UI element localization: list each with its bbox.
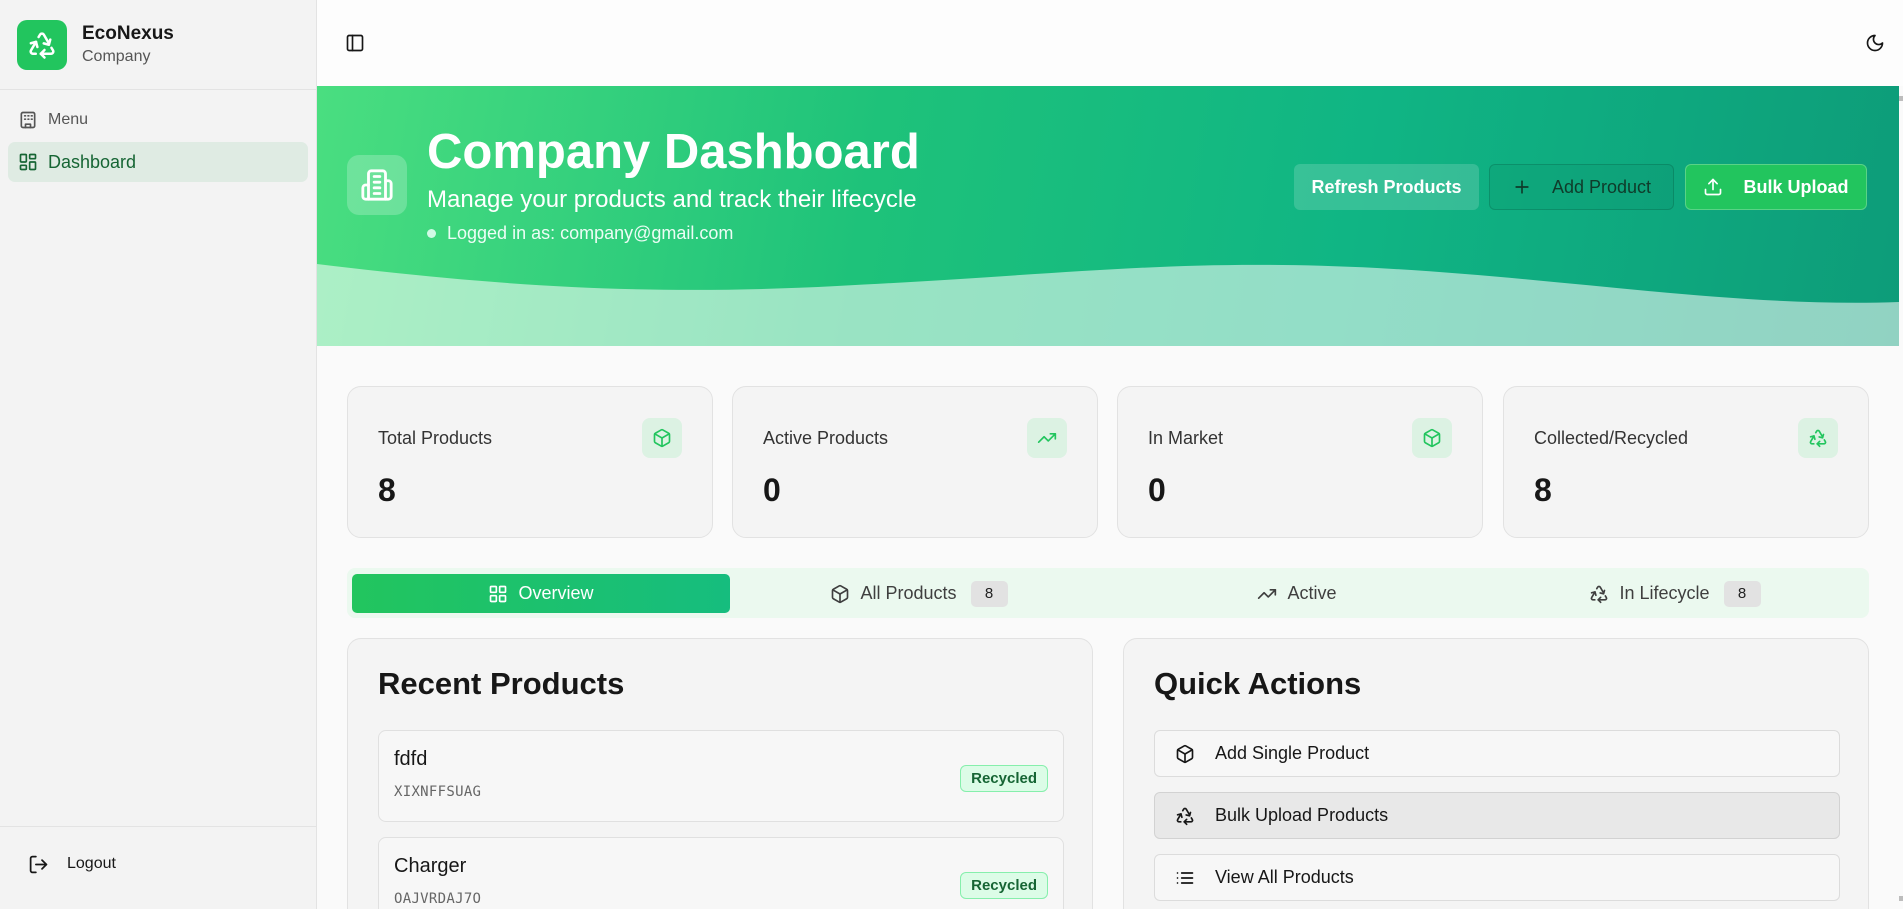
status-dot [427, 229, 436, 238]
quick-actions-card: Quick Actions Add Single Product Bulk Up… [1123, 638, 1869, 909]
logged-in-status: Logged in as: company@gmail.com [427, 223, 733, 244]
tab-label: Active [1287, 583, 1337, 603]
stat-label: Collected/Recycled [1534, 428, 1689, 448]
stat-value: 8 [1534, 472, 1552, 508]
menu-label: Menu [0, 104, 316, 136]
status-badge: Recycled [960, 872, 1048, 899]
quick-action-label: Bulk Upload Products [1215, 805, 1389, 825]
building-icon [20, 111, 36, 129]
logout-icon [29, 855, 48, 873]
stat-value: 8 [378, 472, 396, 508]
tab-active[interactable]: Active [1108, 574, 1486, 613]
sidebar-footer: Logout [0, 826, 317, 909]
package-icon [642, 418, 682, 458]
dashboard-tabs: Overview All Products 8 Active In Lifecy… [347, 568, 1869, 618]
sidebar-item-label: Dashboard [48, 151, 137, 172]
tab-overview[interactable]: Overview [352, 574, 730, 613]
moon-icon [1866, 34, 1884, 52]
stat-label: Total Products [378, 428, 493, 448]
status-badge: Recycled [960, 765, 1048, 792]
plus-icon [1515, 180, 1529, 194]
view-all-products-button[interactable]: View All Products [1154, 854, 1840, 901]
tab-in-lifecycle[interactable]: In Lifecycle 8 [1486, 574, 1864, 613]
count-badge: 8 [970, 580, 1008, 607]
layout-grid-icon [490, 585, 507, 602]
quick-actions-title: Quick Actions [1154, 666, 1362, 701]
topbar [317, 0, 1903, 86]
brand: EcoNexus Company [0, 0, 316, 90]
stat-card-active-products: Active Products 0 [732, 386, 1098, 538]
quick-action-label: View All Products [1215, 867, 1354, 887]
page-subtitle: Manage your products and track their lif… [427, 186, 917, 213]
tab-label: All Products [860, 583, 957, 603]
recycle-logo-icon [17, 19, 67, 70]
logged-in-text: Logged in as: company@gmail.com [447, 223, 734, 243]
sidebar-toggle-icon [346, 34, 364, 52]
recent-products-title: Recent Products [378, 666, 625, 701]
package-icon [832, 584, 849, 603]
app-name: EcoNexus [82, 23, 174, 44]
scrollbar-down[interactable] [1899, 896, 1903, 901]
add-product-label: Add Product [1551, 176, 1652, 197]
product-code: OAJVRDAJ7O [394, 891, 482, 907]
product-row[interactable]: fdfd XIXNFFSUAG Recycled [378, 730, 1064, 822]
quick-action-label: Add Single Product [1215, 743, 1370, 763]
logout-label: Logout [67, 855, 116, 872]
stat-value: 0 [763, 472, 781, 508]
product-name: fdfd [394, 748, 428, 770]
package-icon [1176, 744, 1194, 763]
stat-label: Active Products [763, 428, 889, 448]
count-badge: 8 [1723, 580, 1761, 607]
hero-banner: Company Dashboard Manage your products a… [317, 86, 1899, 346]
theme-toggle-button[interactable] [1857, 25, 1893, 61]
stat-value: 0 [1148, 472, 1166, 508]
page-title: Company Dashboard [427, 125, 920, 179]
recent-products-card: Recent Products fdfd XIXNFFSUAG Recycled… [347, 638, 1093, 909]
tab-all-products[interactable]: All Products 8 [730, 574, 1108, 613]
product-name: Charger [394, 855, 467, 877]
recycle-icon [1176, 807, 1194, 825]
recycle-icon [1591, 585, 1608, 603]
stat-label: In Market [1148, 428, 1224, 448]
bulk-upload-products-button[interactable]: Bulk Upload Products [1154, 792, 1840, 839]
trending-up-icon [1258, 588, 1277, 599]
bulk-upload-label: Bulk Upload [1743, 176, 1849, 197]
layout-grid-icon [19, 153, 37, 171]
tab-label: In Lifecycle [1619, 583, 1710, 603]
building-icon [347, 155, 407, 215]
bulk-upload-button[interactable]: Bulk Upload [1685, 164, 1867, 210]
package-icon [1412, 418, 1452, 458]
refresh-products-button[interactable]: Refresh Products [1294, 164, 1479, 210]
tab-label: Overview [518, 583, 594, 603]
stat-card-total-products: Total Products 8 [347, 386, 713, 538]
product-code: XIXNFFSUAG [394, 784, 482, 800]
product-row[interactable]: Charger OAJVRDAJ7O Recycled [378, 837, 1064, 909]
stat-card-in-market: In Market 0 [1117, 386, 1483, 538]
app-role: Company [82, 48, 151, 65]
sidebar: EcoNexus Company Menu Dashboard Logout [0, 0, 317, 909]
recycle-icon [1798, 418, 1838, 458]
list-icon [1176, 871, 1194, 884]
menu-label-text: Menu [48, 111, 89, 128]
logout-button[interactable]: Logout [28, 844, 317, 884]
sidebar-item-dashboard[interactable]: Dashboard [8, 142, 308, 182]
stat-card-collected-recycled: Collected/Recycled 8 [1503, 386, 1869, 538]
trending-up-icon [1027, 418, 1067, 458]
add-product-button[interactable]: Add Product [1489, 164, 1674, 210]
sidebar-toggle-button[interactable] [337, 25, 373, 61]
upload-icon [1705, 178, 1722, 196]
add-single-product-button[interactable]: Add Single Product [1154, 730, 1840, 777]
scrollbar-up[interactable] [1899, 96, 1903, 101]
